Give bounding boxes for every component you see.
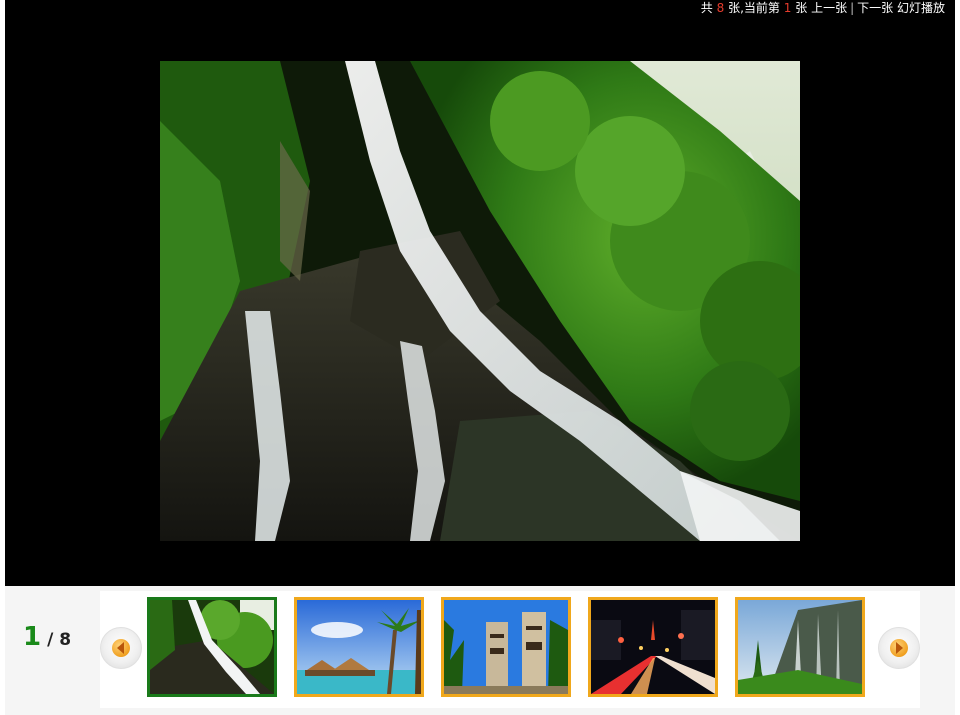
counter-current: 1 — [23, 622, 42, 652]
thumbnail-strip: 1/ 8 — [5, 586, 955, 715]
total-mid: 张,当前第 — [728, 1, 780, 15]
thumbnail-city-night-image — [591, 600, 715, 694]
thumbnail-2[interactable] — [294, 597, 424, 697]
thumbnail-beach-image — [297, 600, 421, 694]
thumbnail-cliff-image — [738, 600, 862, 694]
main-photo[interactable] — [160, 61, 800, 541]
thumbnail-5[interactable] — [735, 597, 865, 697]
total-count: 8 — [716, 1, 725, 15]
thumbnail-waterfall-image — [150, 600, 274, 694]
current-suffix: 张 — [795, 1, 808, 15]
viewer-toolbar: 共 8 张,当前第 1 张 上一张 | 下一张 幻灯播放 — [701, 1, 945, 15]
prev-thumbnails-button[interactable] — [100, 627, 142, 669]
toolbar-separator: | — [850, 1, 855, 15]
prev-link[interactable]: 上一张 — [811, 1, 847, 15]
next-link[interactable]: 下一张 — [857, 1, 893, 15]
thumbnail-1[interactable] — [147, 597, 277, 697]
thumbnail-tiki-image — [444, 600, 568, 694]
slide-counter: 1/ 8 — [23, 622, 93, 658]
current-index: 1 — [783, 1, 792, 15]
slideshow-link[interactable]: 幻灯播放 — [897, 1, 945, 15]
chevron-right-icon — [896, 642, 903, 654]
photo-viewer: 共 8 张,当前第 1 张 上一张 | 下一张 幻灯播放 — [5, 0, 955, 586]
chevron-left-icon — [117, 642, 124, 654]
thumbnail-4[interactable] — [588, 597, 718, 697]
next-thumbnails-button[interactable] — [878, 627, 920, 669]
thumbnail-3[interactable] — [441, 597, 571, 697]
thumbnail-carousel — [100, 591, 920, 708]
total-prefix: 共 — [700, 1, 713, 15]
waterfall-photo — [160, 61, 800, 541]
counter-total: / 8 — [47, 630, 72, 650]
